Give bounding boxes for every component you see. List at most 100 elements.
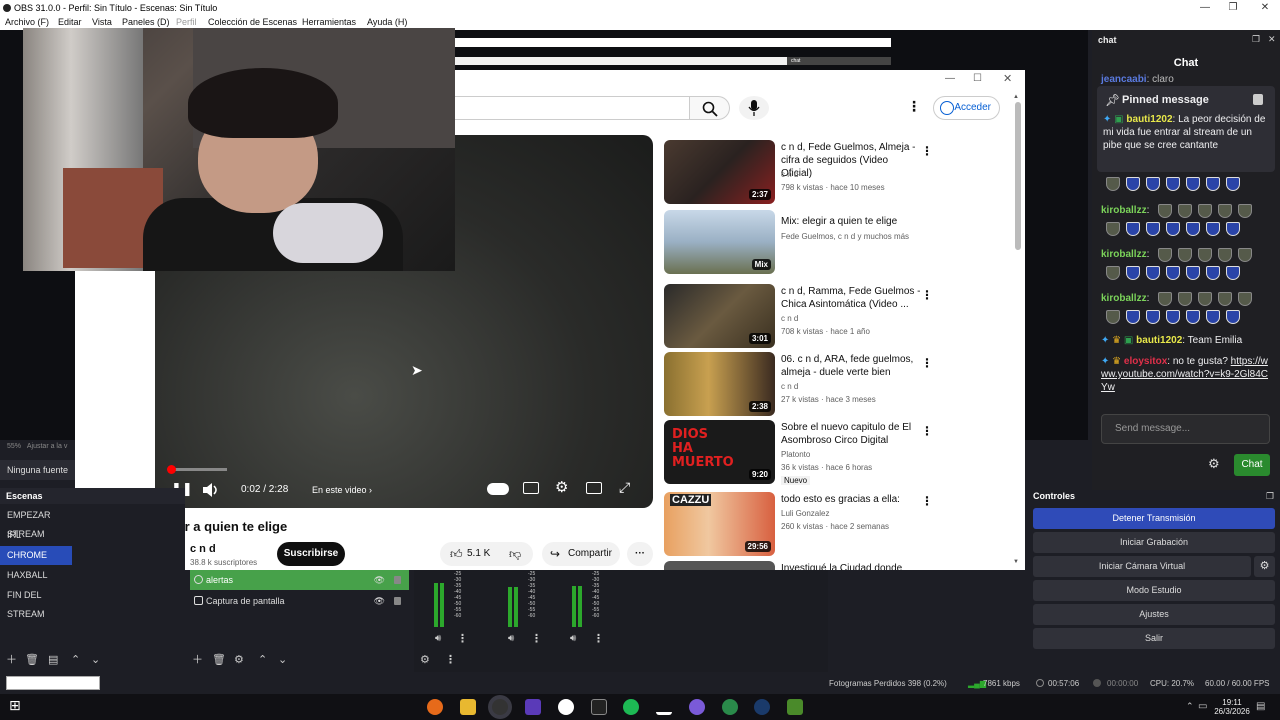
rec-menu-icon[interactable]: ⋮ [921,494,933,508]
yt-scrollbar[interactable] [1015,102,1021,250]
channel-name[interactable]: c n d [190,543,216,555]
float-dock-icon[interactable]: ❐ [1266,490,1274,502]
menu-herramientas[interactable]: Herramientas [302,17,356,27]
menu-paneles[interactable]: Paneles (D) [122,17,170,27]
float-dock-icon[interactable]: ❐ [1252,33,1260,45]
mixer-menu-icon[interactable]: ⋮ [531,633,542,645]
chat-username[interactable]: jeancaabi [1101,74,1147,85]
scene-item-selected[interactable]: CHROME [0,546,72,565]
yt-progress-knob[interactable] [166,465,176,474]
chat-username[interactable]: kiroballzz [1101,205,1147,216]
move-down-icon[interactable]: ⌄ [91,654,100,666]
mini-window[interactable] [6,676,100,690]
recommendation-item[interactable]: 2:37 c n d, Fede Guelmos, Almeja - cifra… [664,140,1004,204]
yt-maximize-icon[interactable]: ☐ [973,73,982,84]
app-icon[interactable] [525,699,541,715]
mixer-more-icon[interactable]: ⋮ [445,654,456,666]
zoom-hint[interactable]: Ajustar a la v [27,443,67,450]
menu-vista[interactable]: Vista [92,17,112,27]
app-icon[interactable] [689,699,705,715]
recommendation-item[interactable]: Mix Mix: elegir a quien te elige Fede Gu… [664,210,1004,274]
tray-chevron-icon[interactable]: ⌃ [1186,701,1194,712]
scene-item[interactable]: HAXBALL [0,566,72,585]
rec-menu-icon[interactable]: ⋮ [921,356,933,370]
lock-icon[interactable] [394,576,401,584]
webcam-source[interactable] [23,28,455,271]
scene-filter-icon[interactable]: ▤ [48,654,58,666]
start-recording-button[interactable]: Iniciar Grabación [1033,532,1275,553]
app-icon[interactable] [558,699,574,715]
visibility-eye-icon[interactable]: 👁︎ [374,570,385,590]
close-icon[interactable]: ✕ [1250,0,1280,16]
share-button[interactable]: ↪ Compartir [542,542,620,566]
volume-icon[interactable] [203,483,219,497]
source-item[interactable]: Captura de pantalla 👁︎ [190,591,409,611]
chrome-icon[interactable] [722,699,738,715]
scene-item[interactable]: FIN DEL STREAM [0,586,72,619]
mixer-menu-icon[interactable]: ⋮ [457,633,468,645]
settings-button[interactable]: Ajustes [1033,604,1275,625]
virtual-camera-gear-icon[interactable]: ⚙ [1254,556,1275,577]
windows-start-icon[interactable]: ⊞ [9,697,25,713]
scene-item[interactable]: EMPEZAR STREAM [0,506,72,539]
exit-button[interactable]: Salir [1033,628,1275,649]
chat-message-input[interactable]: Send message... [1101,414,1270,444]
close-dock-icon[interactable]: ✕ [1268,33,1276,45]
add-source-icon[interactable]: ＋ [192,654,203,666]
miniplayer-icon[interactable] [586,482,602,494]
speaker-icon[interactable]: 🔊︎ [435,633,441,645]
speaker-icon[interactable]: 🔊︎ [570,633,576,645]
move-up-icon[interactable]: ⌃ [71,654,80,666]
firefox-icon[interactable] [427,699,443,715]
speaker-icon[interactable]: 🔊︎ [508,633,514,645]
steam-icon[interactable] [754,699,770,715]
mixer-menu-icon[interactable]: ⋮ [593,633,604,645]
menu-ayuda[interactable]: Ayuda (H) [367,17,407,27]
file-explorer-icon[interactable] [460,699,476,715]
scroll-up-icon[interactable]: ▲ [1013,94,1019,100]
settings-gear-icon[interactable]: ⚙ [555,478,568,496]
menu-perfil[interactable]: Perfil [176,17,197,27]
obs-icon[interactable] [492,699,508,715]
stop-stream-button[interactable]: Detener Transmisión [1033,508,1275,529]
minimize-icon[interactable]: — [1190,0,1220,16]
network-icon[interactable]: ▭ [1198,701,1207,712]
chat-settings-gear-icon[interactable]: ⚙ [1208,456,1220,472]
source-properties-gear-icon[interactable]: ⚙ [234,654,244,666]
scene-item[interactable]: IRL [0,526,72,545]
mixer-settings-gear-icon[interactable]: ⚙ [420,654,430,666]
source-item-selected[interactable]: alertas 👁︎ [190,570,409,590]
recommendation-item[interactable]: Investigué la Ciudad donde [664,561,1004,570]
subscribe-button[interactable]: Suscribirse [277,542,345,566]
source-up-icon[interactable]: ⌃ [258,654,267,666]
subtitles-icon[interactable] [523,482,539,494]
visibility-eye-icon[interactable]: 👁︎ [374,591,385,611]
app-icon[interactable] [656,699,672,715]
taskbar-clock[interactable]: 19:11 26/3/2026 [1213,698,1251,716]
spotify-icon[interactable] [623,699,639,715]
lock-icon[interactable] [1253,94,1263,105]
chat-username[interactable]: bauti1202 [1126,114,1172,125]
recommendation-item[interactable]: DIOS HA MUERTO 9:20 Sobre el nuevo capit… [664,420,1004,485]
add-scene-icon[interactable]: ＋ [6,654,17,666]
dislike-button[interactable]: 👎︎ [499,542,533,566]
yt-search-button[interactable] [690,96,730,120]
menu-coleccion-escenas[interactable]: Colección de Escenas [208,17,297,27]
notifications-icon[interactable]: ▤ [1256,701,1265,712]
recommendation-item[interactable]: CAZZU 29:56 todo esto es gracias a ella:… [664,492,1004,556]
yt-search-input[interactable] [450,96,690,120]
more-actions-button[interactable]: ··· [627,542,653,566]
menu-archivo[interactable]: Archivo (F) [5,17,49,27]
rec-menu-icon[interactable]: ⋮ [921,144,933,158]
yt-close-icon[interactable]: ✕ [1003,72,1012,85]
recommendation-item[interactable]: 3:01 c n d, Ramma, Fede Guelmos - Chica … [664,284,1004,348]
fullscreen-icon[interactable]: ⤢ [619,479,630,496]
source-down-icon[interactable]: ⌄ [278,654,287,666]
restore-icon[interactable]: ❐ [1218,0,1248,16]
yt-voice-search-button[interactable] [739,96,769,120]
chat-username[interactable]: bauti1202 [1136,335,1182,346]
rec-menu-icon[interactable]: ⋮ [921,424,933,438]
yt-chapter-button[interactable]: En este video › [312,485,372,495]
studio-mode-button[interactable]: Modo Estudio [1033,580,1275,601]
autoplay-toggle[interactable] [487,483,509,495]
